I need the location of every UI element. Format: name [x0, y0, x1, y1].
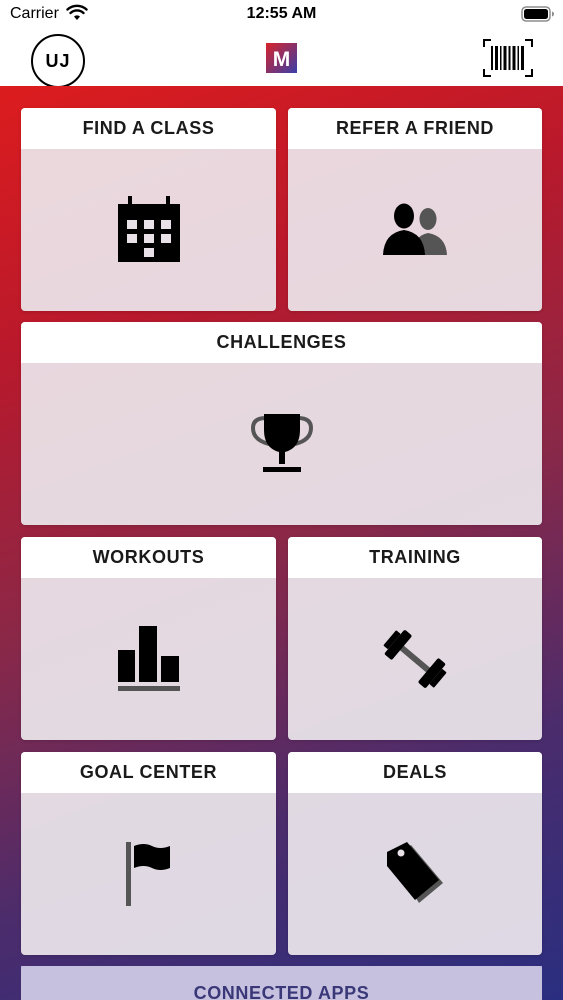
nav-bar: UJ M — [0, 30, 563, 88]
tile-deals[interactable]: DEALS — [288, 752, 542, 955]
avatar[interactable]: UJ — [31, 34, 85, 88]
tile-label: DEALS — [288, 752, 542, 793]
dumbbell-icon — [383, 630, 447, 688]
barcode-icon[interactable] — [483, 39, 533, 77]
people-icon — [383, 203, 447, 255]
battery-icon — [521, 6, 554, 22]
tile-label: CONNECTED APPS — [21, 966, 542, 1000]
trophy-icon — [250, 414, 313, 472]
tile-refer-a-friend[interactable]: REFER A FRIEND — [288, 108, 542, 311]
tile-find-a-class[interactable]: FIND A CLASS — [21, 108, 276, 311]
tile-label: REFER A FRIEND — [288, 108, 542, 149]
bar-chart-icon — [117, 626, 180, 691]
tag-icon — [387, 842, 443, 903]
flag-icon — [125, 842, 170, 906]
avatar-initials: UJ — [45, 50, 71, 71]
tile-label: CHALLENGES — [21, 322, 542, 363]
logo-letter: M — [273, 48, 291, 71]
tile-label: TRAINING — [288, 537, 542, 578]
tile-label: FIND A CLASS — [21, 108, 276, 149]
calendar-icon — [117, 196, 180, 262]
tile-challenges[interactable]: CHALLENGES — [21, 322, 542, 525]
app-logo-icon[interactable]: M — [266, 43, 297, 73]
dashboard-grid: FIND A CLASS REFER A FRIEND CHALLENGES W… — [0, 86, 563, 1000]
tile-connected-apps[interactable]: CONNECTED APPS — [21, 966, 542, 1000]
tile-training[interactable]: TRAINING — [288, 537, 542, 740]
tile-workouts[interactable]: WORKOUTS — [21, 537, 276, 740]
status-bar: Carrier 12:55 AM — [0, 0, 563, 30]
status-time: 12:55 AM — [246, 5, 317, 22]
tile-goal-center[interactable]: GOAL CENTER — [21, 752, 276, 955]
tile-label: WORKOUTS — [21, 537, 276, 578]
tile-label: GOAL CENTER — [21, 752, 276, 793]
